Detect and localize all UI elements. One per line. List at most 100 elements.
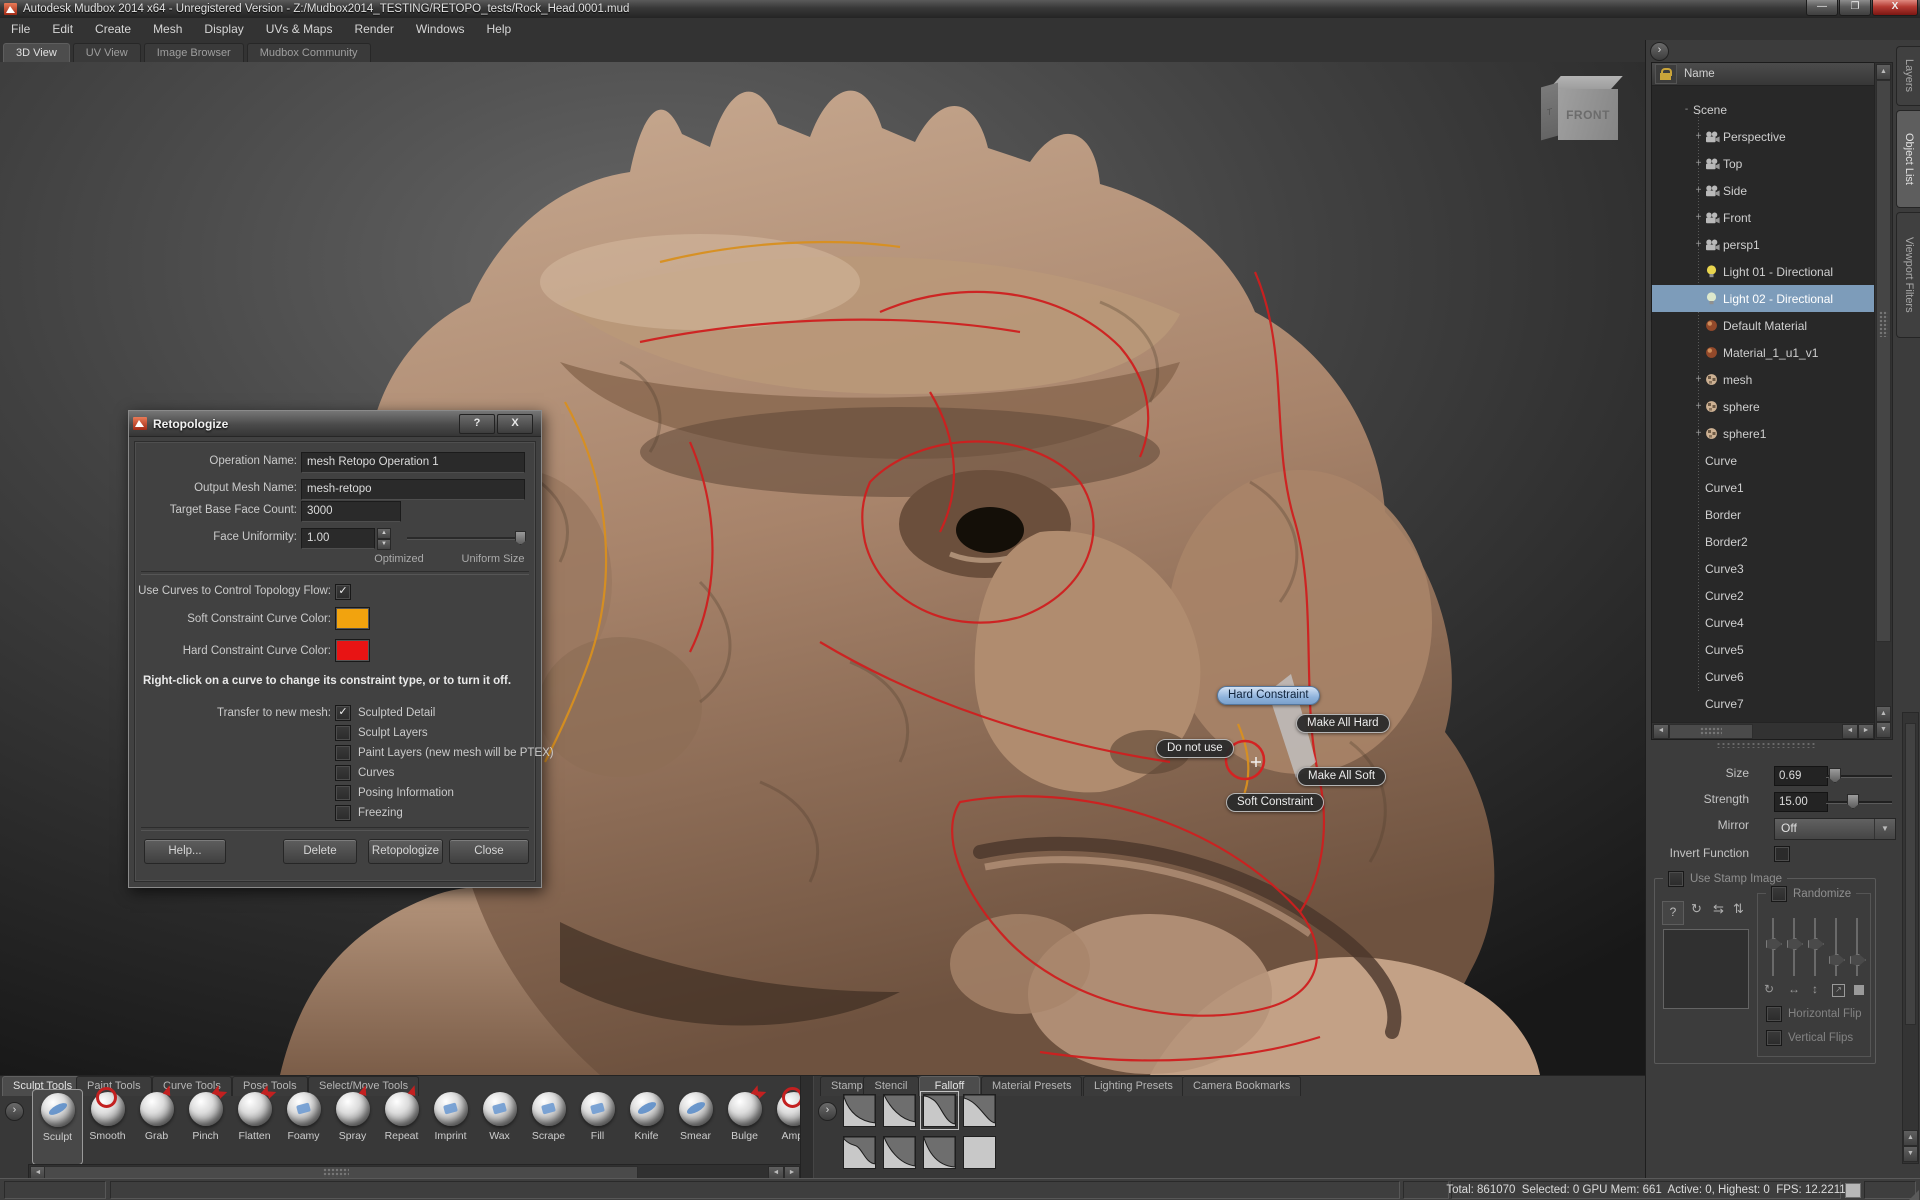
stamp-help-button[interactable]: ? [1662, 901, 1684, 925]
falloff-preset-smooth[interactable] [963, 1094, 996, 1127]
falloff-preset-flat[interactable] [963, 1136, 996, 1169]
tree-item-top[interactable]: +Top [1652, 150, 1875, 177]
tree-item-curve2[interactable]: Curve2 [1652, 582, 1875, 609]
menu-item-help[interactable]: Help [476, 18, 523, 40]
tree-item-light-02---directional[interactable]: Light 02 - Directional [1652, 285, 1875, 312]
menu-item-render[interactable]: Render [343, 18, 404, 40]
vertical-flip-checkbox[interactable] [1766, 1030, 1782, 1046]
falloff-preset-concave[interactable] [883, 1094, 916, 1127]
transfer-checkbox[interactable] [335, 805, 351, 821]
dialog-close-button[interactable]: X [497, 414, 533, 434]
falloff-preset-wave[interactable] [843, 1136, 876, 1169]
transfer-checkbox[interactable] [335, 745, 351, 761]
size-value[interactable]: 0.69 [1774, 766, 1828, 786]
rotate-icon[interactable]: ↻ [1764, 982, 1774, 996]
resize-grip-icon[interactable] [1909, 1190, 1919, 1200]
dialog-help-button[interactable]: ? [459, 414, 495, 434]
tool-smooth[interactable]: Smooth [83, 1092, 132, 1162]
spinner-up-icon[interactable]: ▲ [377, 528, 391, 539]
tree-vscrollbar[interactable]: ▲ ▲ ▼ [1874, 62, 1893, 740]
side-tab-viewport-filters[interactable]: Viewport Filters [1896, 212, 1920, 338]
transfer-checkbox[interactable]: ✓ [335, 705, 351, 721]
preset-tab-falloff[interactable]: Falloff [919, 1076, 980, 1096]
falloff-preset-steep[interactable] [843, 1094, 876, 1127]
square-icon[interactable] [1854, 985, 1864, 995]
tool-pinch[interactable]: Pinch [181, 1092, 230, 1162]
tree-item-border2[interactable]: Border2 [1652, 528, 1875, 555]
spinner-down-icon[interactable]: ▼ [377, 539, 391, 550]
randomize-slider[interactable] [1766, 918, 1780, 976]
scroll-left-icon[interactable]: ◄ [1653, 724, 1669, 739]
scroll-up-icon[interactable]: ▲ [1876, 706, 1891, 722]
status-grip[interactable] [1845, 1183, 1861, 1198]
tool-knife[interactable]: Knife [622, 1092, 671, 1162]
slider-thumb[interactable] [1850, 954, 1866, 966]
panel-splitter[interactable] [1716, 742, 1816, 748]
strength-slider[interactable] [1826, 792, 1892, 810]
tree-item-perspective[interactable]: +Perspective [1652, 123, 1875, 150]
randomize-checkbox[interactable] [1771, 886, 1787, 902]
tool-flatten[interactable]: Flatten [230, 1092, 279, 1162]
view-cube-front-face[interactable]: FRONT [1558, 89, 1618, 140]
menu-item-display[interactable]: Display [193, 18, 254, 40]
menu-item-edit[interactable]: Edit [41, 18, 84, 40]
face-uniformity-slider[interactable] [407, 537, 523, 540]
view-tab-uv-view[interactable]: UV View [73, 43, 141, 62]
side-tab-layers[interactable]: Layers [1896, 46, 1920, 106]
tree-expander-icon[interactable]: + [1692, 158, 1705, 169]
falloff-preset-concave2[interactable] [883, 1136, 916, 1169]
slider-thumb[interactable] [1808, 938, 1824, 950]
tool-grab[interactable]: Grab [132, 1092, 181, 1162]
tree-item-light-01---directional[interactable]: Light 01 - Directional [1652, 258, 1875, 285]
use-curves-checkbox[interactable]: ✓ [335, 584, 351, 600]
slider-thumb[interactable] [1787, 938, 1803, 950]
tree-vscroll-thumb[interactable] [1876, 80, 1891, 642]
view-tab-mudbox-community[interactable]: Mudbox Community [247, 43, 371, 62]
randomize-slider[interactable] [1850, 918, 1864, 976]
tray-expand-button[interactable]: › [5, 1102, 24, 1121]
tree-item-side[interactable]: +Side [1652, 177, 1875, 204]
properties-scrollbar[interactable]: ▲ ▼ [1902, 712, 1919, 1164]
tree-expander-icon[interactable]: + [1692, 428, 1705, 439]
delete-button[interactable]: Delete [283, 839, 357, 864]
scroll-up-icon[interactable]: ▲ [1903, 1130, 1918, 1146]
menu-item-mesh[interactable]: Mesh [142, 18, 193, 40]
v-arrows-icon[interactable]: ↕ [1812, 982, 1818, 996]
tree-item-persp1[interactable]: +persp1 [1652, 231, 1875, 258]
side-tab-object-list[interactable]: Object List [1896, 110, 1920, 208]
menu-item-windows[interactable]: Windows [405, 18, 476, 40]
tree-expander-icon[interactable]: + [1692, 374, 1705, 385]
tree-item-curve4[interactable]: Curve4 [1652, 609, 1875, 636]
tree-item-curve5[interactable]: Curve5 [1652, 636, 1875, 663]
tool-smear[interactable]: Smear [671, 1092, 720, 1162]
tool-sculpt[interactable]: Sculpt [32, 1089, 83, 1165]
marking-menu-soft-constraint[interactable]: Soft Constraint [1226, 793, 1324, 812]
tree-expander-icon[interactable]: - [1680, 104, 1693, 115]
maximize-button[interactable]: ❐ [1839, 0, 1871, 16]
tree-expander-icon[interactable]: + [1692, 401, 1705, 412]
slider-thumb[interactable] [1829, 954, 1845, 966]
close-button[interactable]: Close [449, 839, 529, 864]
marking-menu-do-not-use[interactable]: Do not use [1156, 739, 1234, 758]
scroll-down-icon[interactable]: ▼ [1876, 722, 1891, 738]
output-mesh-input[interactable]: mesh-retopo [301, 479, 525, 500]
menu-item-create[interactable]: Create [84, 18, 142, 40]
operation-name-input[interactable]: mesh Retopo Operation 1 [301, 452, 525, 473]
scroll-right-icon[interactable]: ► [1858, 724, 1874, 739]
transfer-checkbox[interactable] [335, 725, 351, 741]
marking-menu-hard-constraint[interactable]: Hard Constraint [1217, 686, 1320, 705]
use-stamp-checkbox[interactable] [1668, 871, 1684, 887]
lock-icon[interactable] [1655, 64, 1677, 84]
retopologize-dialog[interactable]: Retopologize ? X Operation Name: mesh Re… [128, 410, 542, 888]
tray-expand-button[interactable]: › [818, 1102, 837, 1121]
minimize-button[interactable]: — [1806, 0, 1838, 16]
tool-foamy[interactable]: Foamy [279, 1092, 328, 1162]
chevron-down-icon[interactable]: ▼ [1874, 819, 1895, 839]
horizontal-flip-checkbox[interactable] [1766, 1006, 1782, 1022]
marking-menu-make-all-soft[interactable]: Make All Soft [1297, 767, 1386, 786]
tree-item-default-material[interactable]: Default Material [1652, 312, 1875, 339]
tree-item-mesh[interactable]: +mesh [1652, 366, 1875, 393]
stamp-preview[interactable] [1663, 929, 1749, 1009]
tool-repeat[interactable]: Repeat [377, 1092, 426, 1162]
tree-expander-icon[interactable]: + [1692, 212, 1705, 223]
